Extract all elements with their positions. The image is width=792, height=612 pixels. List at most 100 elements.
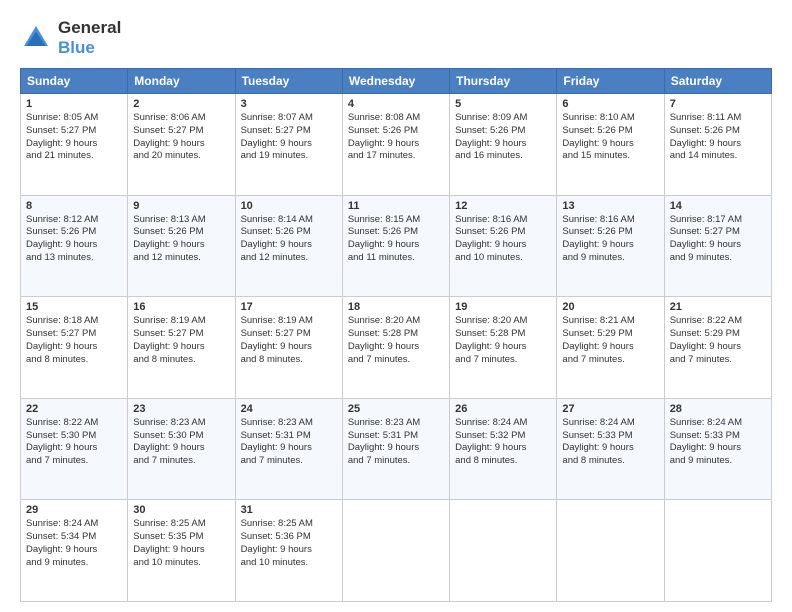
day-info-line: Sunrise: 8:16 AM [455, 214, 527, 225]
day-info-line: Sunset: 5:26 PM [455, 226, 525, 237]
day-info-line: Sunrise: 8:19 AM [133, 315, 205, 326]
day-info-line: Sunrise: 8:05 AM [26, 112, 98, 123]
day-info-line: Sunset: 5:29 PM [562, 328, 632, 339]
calendar-week-3: 15Sunrise: 8:18 AMSunset: 5:27 PMDayligh… [21, 297, 772, 399]
day-header-wednesday: Wednesday [342, 69, 449, 94]
day-info-line: Sunset: 5:26 PM [26, 226, 96, 237]
day-info-line: Sunrise: 8:25 AM [241, 518, 313, 529]
day-info-line: Sunrise: 8:22 AM [26, 417, 98, 428]
calendar-cell: 26Sunrise: 8:24 AMSunset: 5:32 PMDayligh… [450, 398, 557, 500]
day-info-line: Daylight: 9 hours [133, 341, 204, 352]
day-header-tuesday: Tuesday [235, 69, 342, 94]
day-number: 14 [670, 200, 766, 212]
day-info-line: Sunset: 5:27 PM [133, 125, 203, 136]
calendar-cell [450, 500, 557, 602]
day-info-line: Sunset: 5:33 PM [670, 430, 740, 441]
day-info-line: and 7 minutes. [455, 354, 517, 365]
calendar-cell: 29Sunrise: 8:24 AMSunset: 5:34 PMDayligh… [21, 500, 128, 602]
day-info-line: and 8 minutes. [562, 455, 624, 466]
day-info-line: Sunrise: 8:24 AM [455, 417, 527, 428]
day-info-line: Daylight: 9 hours [133, 544, 204, 555]
calendar-cell: 17 Sunrise: 8:19 AMSunset: 5:27 PMDayligh… [235, 297, 342, 399]
day-info-line: Daylight: 9 hours [670, 442, 741, 453]
calendar-cell [342, 500, 449, 602]
day-info-line: and 17 minutes. [348, 150, 416, 161]
day-info-line: Sunrise: 8:20 AM [455, 315, 527, 326]
day-info-line: Sunset: 5:27 PM [26, 125, 96, 136]
day-content: Sunrise: 8:24 AMSunset: 5:32 PMDaylight:… [455, 417, 551, 468]
day-info-line: Daylight: 9 hours [455, 442, 526, 453]
day-info-line: Sunset: 5:28 PM [455, 328, 525, 339]
day-info-line: Daylight: 9 hours [670, 239, 741, 250]
day-number: 30 [133, 504, 229, 516]
day-content: Sunrise: 8:24 AMSunset: 5:33 PMDaylight:… [670, 417, 766, 468]
day-header-saturday: Saturday [664, 69, 771, 94]
day-info-line: Daylight: 9 hours [241, 544, 312, 555]
day-info-line: Sunrise: 8:17 AM [670, 214, 742, 225]
day-info-line: and 12 minutes. [133, 252, 201, 263]
day-info-line: and 9 minutes. [562, 252, 624, 263]
day-info-line: and 7 minutes. [562, 354, 624, 365]
day-content: Sunrise: 8:23 AMSunset: 5:31 PMDaylight:… [348, 417, 444, 468]
day-info-line: and 7 minutes. [133, 455, 195, 466]
day-number: 22 [26, 403, 122, 415]
day-info-line: Daylight: 9 hours [133, 138, 204, 149]
day-content: Sunrise: 8:10 AMSunset: 5:26 PMDaylight:… [562, 112, 658, 163]
day-content: Sunrise: 8:16 AMSunset: 5:26 PMDaylight:… [455, 214, 551, 265]
calendar-header-row: SundayMondayTuesdayWednesdayThursdayFrid… [21, 69, 772, 94]
calendar-cell: 31Sunrise: 8:25 AMSunset: 5:36 PMDayligh… [235, 500, 342, 602]
day-info-line: Sunrise: 8:24 AM [562, 417, 634, 428]
day-info-line: Daylight: 9 hours [562, 442, 633, 453]
day-info-line: and 9 minutes. [670, 455, 732, 466]
day-info-line: Sunrise: 8:10 AM [562, 112, 634, 123]
calendar-cell: 11Sunrise: 8:15 AMSunset: 5:26 PMDayligh… [342, 195, 449, 297]
day-info-line: Sunrise: 8:15 AM [348, 214, 420, 225]
day-content: Sunrise: 8:21 AMSunset: 5:29 PMDaylight:… [562, 315, 658, 366]
day-info-line: Daylight: 9 hours [133, 239, 204, 250]
day-info-line: Daylight: 9 hours [348, 239, 419, 250]
day-number: 17 [241, 301, 337, 313]
day-info-line: Daylight: 9 hours [133, 442, 204, 453]
calendar-cell: 30 Sunrise: 8:25 AMSunset: 5:35 PMDayligh… [128, 500, 235, 602]
day-number: 19 [455, 301, 551, 313]
day-info-line: Sunset: 5:27 PM [241, 328, 311, 339]
day-info-line: and 15 minutes. [562, 150, 630, 161]
day-info-line: Sunset: 5:26 PM [455, 125, 525, 136]
day-info-line: Sunset: 5:28 PM [348, 328, 418, 339]
day-content: Sunrise: 8:08 AMSunset: 5:26 PMDaylight:… [348, 112, 444, 163]
day-info-line: Sunset: 5:36 PM [241, 531, 311, 542]
day-info-line: and 7 minutes. [348, 455, 410, 466]
calendar-cell: 23Sunrise: 8:23 AMSunset: 5:30 PMDayligh… [128, 398, 235, 500]
day-number: 21 [670, 301, 766, 313]
day-info-line: and 10 minutes. [133, 557, 201, 568]
calendar-cell: 21Sunrise: 8:22 AMSunset: 5:29 PMDayligh… [664, 297, 771, 399]
day-content: Sunrise: 8:09 AMSunset: 5:26 PMDaylight:… [455, 112, 551, 163]
page: General Blue SundayMondayTuesdayWednesda… [0, 0, 792, 612]
day-info-line: Daylight: 9 hours [670, 138, 741, 149]
day-info-line: Sunrise: 8:18 AM [26, 315, 98, 326]
calendar-week-1: 1Sunrise: 8:05 AMSunset: 5:27 PMDaylight… [21, 94, 772, 196]
calendar-cell: 3 Sunrise: 8:07 AMSunset: 5:27 PMDaylight… [235, 94, 342, 196]
day-info-line: Sunset: 5:26 PM [562, 125, 632, 136]
calendar-week-4: 22Sunrise: 8:22 AMSunset: 5:30 PMDayligh… [21, 398, 772, 500]
calendar-cell: 8Sunrise: 8:12 AMSunset: 5:26 PMDaylight… [21, 195, 128, 297]
day-info-line: and 8 minutes. [455, 455, 517, 466]
day-number: 7 [670, 98, 766, 110]
day-number: 29 [26, 504, 122, 516]
day-content: Sunrise: 8:07 AMSunset: 5:27 PMDaylight:… [241, 112, 337, 163]
day-info-line: Sunset: 5:33 PM [562, 430, 632, 441]
calendar-cell: 7Sunrise: 8:11 AMSunset: 5:26 PMDaylight… [664, 94, 771, 196]
day-info-line: Daylight: 9 hours [241, 341, 312, 352]
day-info-line: and 9 minutes. [670, 252, 732, 263]
day-number: 3 [241, 98, 337, 110]
calendar-cell: 4Sunrise: 8:08 AMSunset: 5:26 PMDaylight… [342, 94, 449, 196]
day-info-line: Daylight: 9 hours [26, 138, 97, 149]
calendar-week-5: 29Sunrise: 8:24 AMSunset: 5:34 PMDayligh… [21, 500, 772, 602]
day-content: Sunrise: 8:19 AMSunset: 5:27 PMDaylight:… [241, 315, 337, 366]
day-info-line: and 19 minutes. [241, 150, 309, 161]
calendar-cell: 10Sunrise: 8:14 AMSunset: 5:26 PMDayligh… [235, 195, 342, 297]
day-content: Sunrise: 8:25 AMSunset: 5:35 PMDaylight:… [133, 518, 229, 569]
day-number: 25 [348, 403, 444, 415]
day-content: Sunrise: 8:16 AMSunset: 5:26 PMDaylight:… [562, 214, 658, 265]
calendar-cell: 13Sunrise: 8:16 AMSunset: 5:26 PMDayligh… [557, 195, 664, 297]
